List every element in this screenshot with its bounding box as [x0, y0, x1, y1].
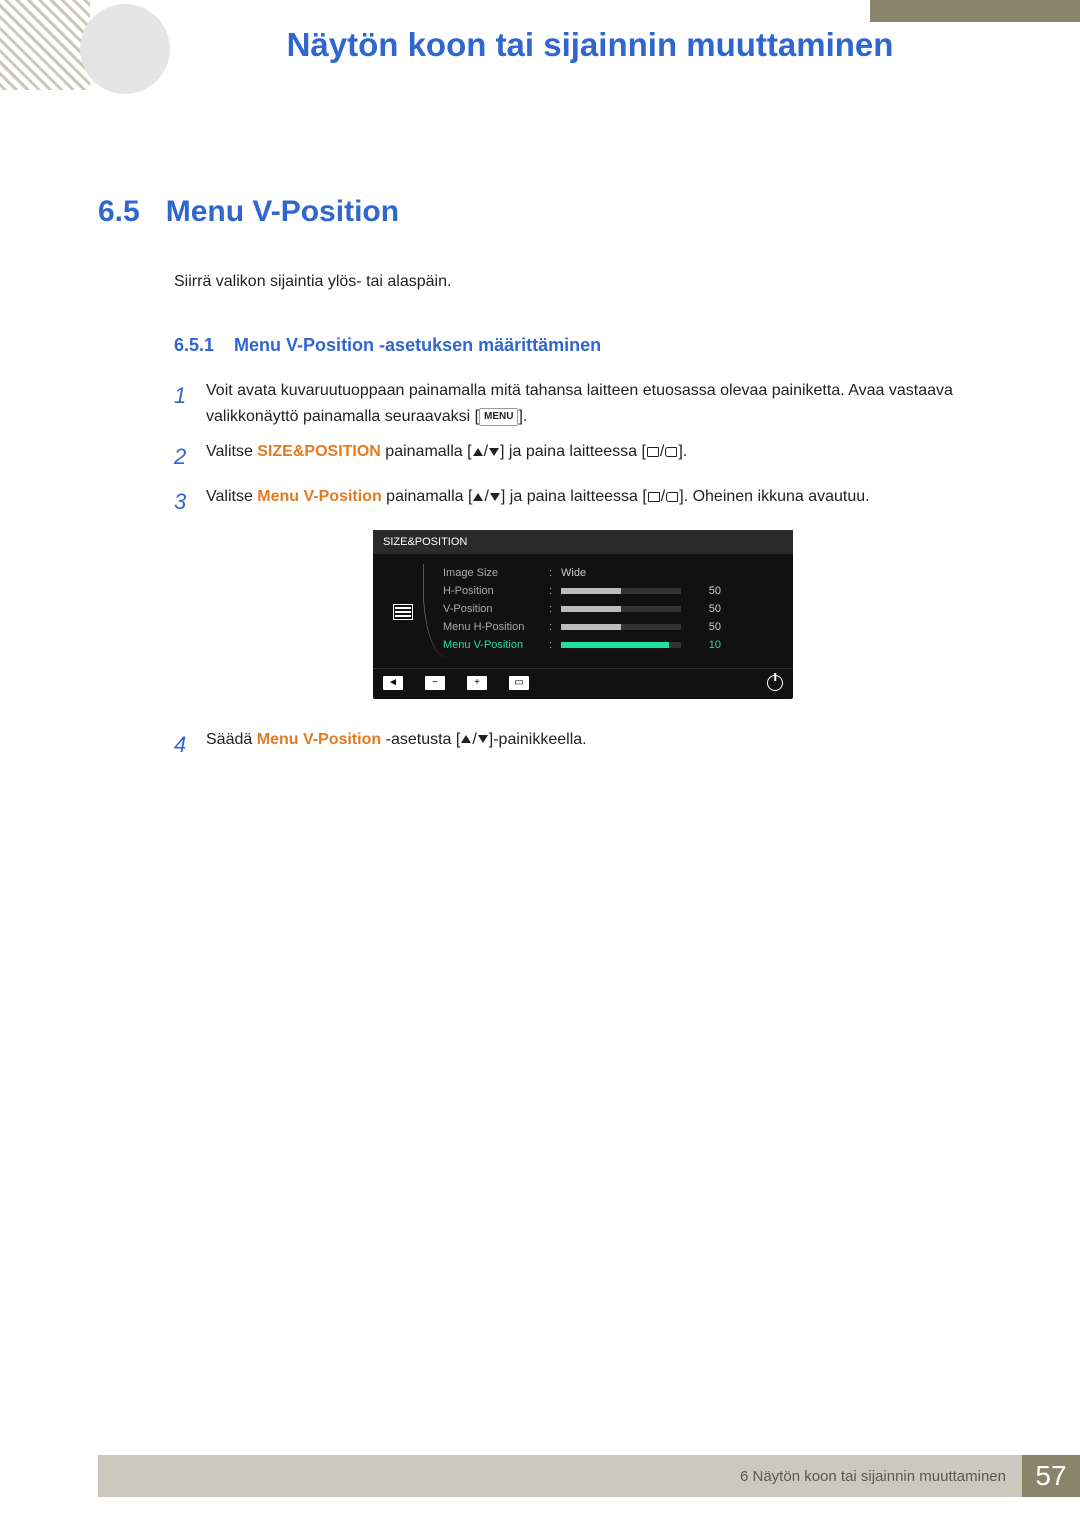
- slider-bar: [561, 624, 681, 630]
- square-icon: [647, 447, 659, 457]
- section-title: Menu V-Position: [166, 195, 399, 229]
- osd-minus-icon: −: [425, 676, 445, 690]
- osd-rows: Image Size : Wide H-Position : 50 V-Posi…: [443, 564, 783, 654]
- osd-source-icon: ▭: [509, 676, 529, 690]
- step-number: 4: [174, 727, 192, 762]
- slider-bar: [561, 606, 681, 612]
- enter-icon: [665, 447, 677, 457]
- content-area: 6.5 Menu V-Position Siirrä valikon sijai…: [98, 195, 992, 772]
- osd-row-menu-h-position: Menu H-Position : 50: [443, 618, 783, 636]
- up-arrow-icon: [473, 448, 483, 456]
- osd-row-image-size: Image Size : Wide: [443, 564, 783, 582]
- osd-title: SIZE&POSITION: [373, 530, 793, 554]
- osd-row-v-position: V-Position : 50: [443, 600, 783, 618]
- chapter-title: Näytön koon tai sijainnin muuttaminen: [200, 26, 980, 64]
- subsection-heading: 6.5.1 Menu V-Position -asetuksen määritt…: [174, 335, 992, 356]
- step-text: Säädä Menu V-Position -asetusta [/]-pain…: [206, 727, 587, 762]
- step-text: Valitse SIZE&POSITION painamalla [/] ja …: [206, 439, 687, 474]
- chapter-number-icon: [80, 4, 170, 94]
- size-position-icon: [393, 604, 413, 620]
- footer-chapter-label: 6 Näytön koon tai sijainnin muuttaminen: [98, 1455, 1022, 1497]
- subsection-title: Menu V-Position -asetuksen määrittäminen: [234, 335, 601, 356]
- subsection-number: 6.5.1: [174, 335, 214, 356]
- step-number: 2: [174, 439, 192, 474]
- osd-body: Image Size : Wide H-Position : 50 V-Posi…: [373, 554, 793, 660]
- up-arrow-icon: [473, 493, 483, 501]
- highlight-menu-v-position: Menu V-Position: [257, 488, 381, 505]
- osd-curve-decoration: [423, 564, 443, 654]
- top-stripe-decoration: [870, 0, 1080, 22]
- section-number: 6.5: [98, 195, 140, 229]
- down-arrow-icon: [489, 448, 499, 456]
- osd-footer-buttons: ◄ − + ▭: [373, 668, 793, 693]
- top-left-decoration: [0, 0, 90, 90]
- osd-back-icon: ◄: [383, 676, 403, 690]
- page: Näytön koon tai sijainnin muuttaminen 6.…: [0, 0, 1080, 1527]
- down-arrow-icon: [478, 735, 488, 743]
- slider-bar: [561, 588, 681, 594]
- up-arrow-icon: [461, 735, 471, 743]
- step-number: 1: [174, 378, 192, 429]
- enter-icon: [666, 492, 678, 502]
- step-1: 1 Voit avata kuvaruutuoppaan painamalla …: [174, 378, 992, 429]
- osd-left-icons: [383, 564, 423, 654]
- osd-row-menu-v-position: Menu V-Position : 10: [443, 636, 783, 654]
- steps-list: 1 Voit avata kuvaruutuoppaan painamalla …: [174, 378, 992, 762]
- down-arrow-icon: [490, 493, 500, 501]
- step-2: 2 Valitse SIZE&POSITION painamalla [/] j…: [174, 439, 992, 474]
- step-number: 3: [174, 484, 192, 519]
- highlight-size-position: SIZE&POSITION: [257, 443, 381, 460]
- footer-page-number: 57: [1022, 1455, 1080, 1497]
- slider-bar: [561, 642, 681, 648]
- section-intro: Siirrä valikon sijaintia ylös- tai alasp…: [174, 273, 992, 291]
- osd-power-icon: [767, 675, 783, 691]
- section-heading: 6.5 Menu V-Position: [98, 195, 992, 229]
- menu-key-icon: MENU: [479, 408, 518, 426]
- page-footer: 6 Näytön koon tai sijainnin muuttaminen …: [98, 1455, 1080, 1497]
- highlight-menu-v-position: Menu V-Position: [257, 731, 381, 748]
- step-text: Voit avata kuvaruutuoppaan painamalla mi…: [206, 378, 992, 429]
- square-icon: [648, 492, 660, 502]
- step-text: Valitse Menu V-Position painamalla [/] j…: [206, 484, 870, 519]
- step-3: 3 Valitse Menu V-Position painamalla [/]…: [174, 484, 992, 519]
- osd-row-h-position: H-Position : 50: [443, 582, 783, 600]
- step-4: 4 Säädä Menu V-Position -asetusta [/]-pa…: [174, 727, 992, 762]
- osd-screenshot: SIZE&POSITION Image Size : Wide H-Posit: [373, 530, 793, 699]
- osd-plus-icon: +: [467, 676, 487, 690]
